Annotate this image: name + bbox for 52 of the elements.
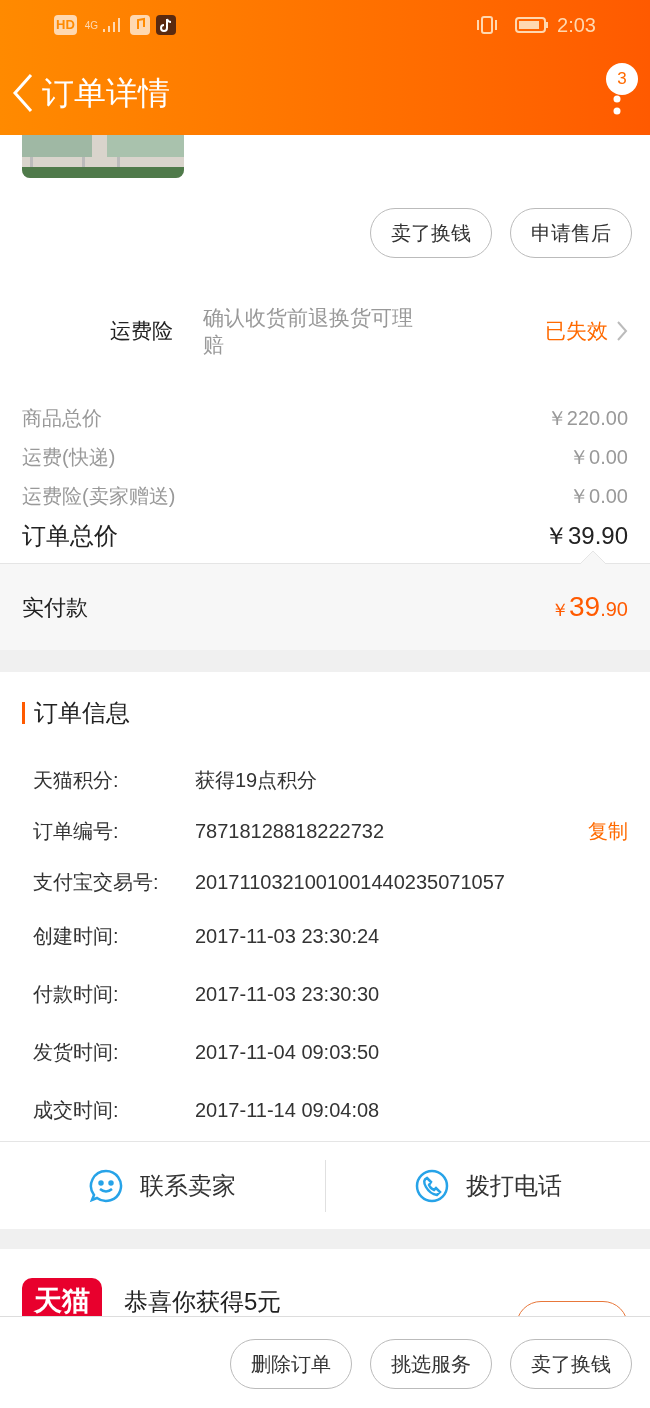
action-button[interactable]: 卖了换钱: [370, 208, 492, 258]
battery-icon: [515, 16, 550, 34]
price-value: ￥0.00: [569, 483, 628, 509]
vibrate-icon: [475, 15, 500, 35]
info-value: 2017-11-14 09:04:08: [195, 1098, 380, 1123]
page-title: 订单详情: [42, 73, 170, 113]
store-logo: 天猫: [22, 1278, 102, 1316]
price-label: 运费险(卖家赠送): [22, 483, 176, 509]
payment-label: 实付款: [22, 593, 88, 622]
section-title: 订单信息: [34, 698, 130, 728]
info-label: 付款时间:: [33, 982, 120, 1007]
promo-text: 恭喜你获得5元: [124, 1287, 282, 1316]
info-label: 订单编号:: [33, 818, 120, 844]
hd-indicator: HD: [54, 15, 77, 35]
info-value: 78718128818222732: [195, 818, 385, 844]
info-value: 2017-11-03 23:30:24: [195, 924, 380, 949]
accent-bar: [22, 702, 25, 724]
music-app-icon: [130, 15, 151, 35]
contact-button[interactable]: 拨打电话: [325, 1142, 650, 1229]
price-value: ￥0.00: [569, 444, 628, 470]
network-indicator: 4G: [84, 18, 99, 33]
info-label: 创建时间:: [33, 924, 120, 949]
info-value: 2017-11-04 09:03:50: [195, 1040, 380, 1065]
note-app-icon: [156, 15, 177, 35]
price-label: 订单总价: [22, 521, 118, 551]
clock-time: 2:03: [557, 13, 596, 38]
info-label: 支付宝交易号:: [33, 869, 160, 895]
info-value: 获得19点积分: [195, 767, 318, 793]
more-icon[interactable]: [613, 94, 621, 115]
price-value: ￥39.90: [543, 521, 628, 551]
contact-button[interactable]: 联系卖家: [0, 1142, 325, 1229]
info-label: 天猫积分:: [33, 767, 120, 793]
action-button[interactable]: 卖了换钱: [510, 1339, 632, 1389]
info-label: 成交时间:: [33, 1098, 120, 1123]
notification-badge: 3: [606, 62, 638, 95]
action-button[interactable]: 删除订单: [230, 1339, 352, 1389]
insurance-description: 确认收货前退换货可理赔: [203, 304, 414, 358]
action-button[interactable]: 申请售后: [510, 208, 632, 258]
info-value: 2017-11-03 23:30:30: [195, 982, 380, 1007]
insurance-label: 运费险: [110, 318, 174, 345]
info-label: 发货时间:: [33, 1040, 120, 1065]
price-value: ￥220.00: [546, 405, 628, 431]
back-icon[interactable]: [12, 72, 34, 113]
signal-icon: [102, 17, 123, 33]
price-label: 商品总价: [22, 405, 102, 431]
action-button[interactable]: 挑选服务: [370, 1339, 492, 1389]
smiley-chat-icon: [88, 1167, 125, 1204]
chevron-right-icon[interactable]: [616, 320, 628, 342]
payment-amount: ￥39.90: [551, 590, 628, 624]
phone-icon: [413, 1167, 450, 1204]
info-value: 2017110321001001440235071057: [195, 869, 505, 895]
price-label: 运费(快递): [22, 444, 116, 470]
